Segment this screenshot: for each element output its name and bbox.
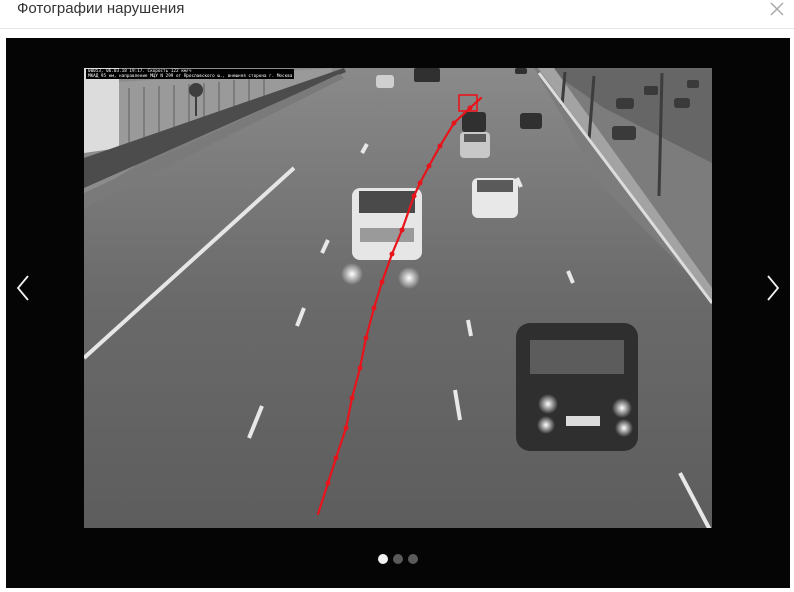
pagination-dots	[6, 554, 790, 566]
pagination-dot[interactable]	[393, 554, 403, 564]
dialog-header: Фотографии нарушения	[0, 0, 794, 29]
pagination-dot[interactable]	[408, 554, 418, 564]
photo-stamp: 00053, 06.03.18 19:17. Скорость 122 км/ч…	[86, 69, 295, 80]
dialog-title: Фотографии нарушения	[17, 0, 185, 17]
chevron-left-icon[interactable]	[8, 266, 38, 310]
chevron-right-icon[interactable]	[758, 266, 788, 310]
photo-stamp-line-2: МКАД 95 км, направление МЦУ N 299 от Яро…	[88, 74, 293, 80]
violation-photo: 00053, 06.03.18 19:17. Скорость 122 км/ч…	[84, 68, 712, 528]
close-icon[interactable]	[766, 0, 788, 20]
pagination-dot[interactable]	[378, 554, 388, 564]
photo-viewer: 00053, 06.03.18 19:17. Скорость 122 км/ч…	[6, 38, 790, 588]
